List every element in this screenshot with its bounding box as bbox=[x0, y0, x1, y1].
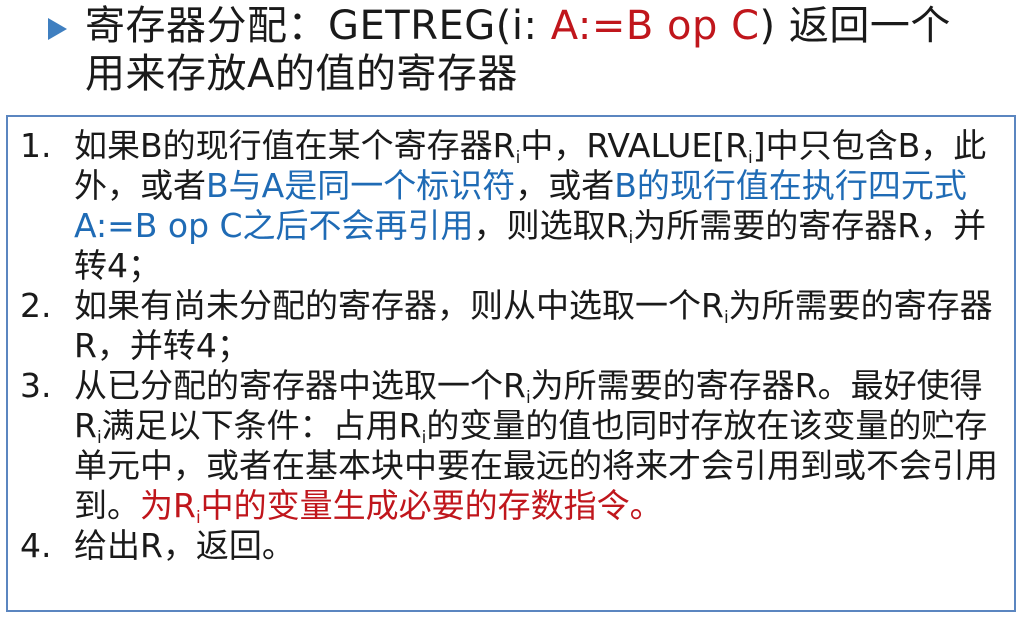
text-run: 如果B的现行值在某个寄存器R bbox=[74, 126, 516, 165]
heading-line2: 用来存放A的值的寄存器 bbox=[85, 51, 518, 97]
step-item-2: 2. 如果有尚未分配的寄存器，则从中选取一个Ri为所需要的寄存器R，并转4； bbox=[20, 286, 1010, 366]
heading-row: 寄存器分配：GETREG(i: A:=B op C) 返回一个 用来存放A的值的… bbox=[48, 2, 1008, 98]
text-run: 为R bbox=[140, 486, 196, 525]
text-run: 从已分配的寄存器中选取一个R bbox=[74, 366, 526, 405]
heading-prefix: 寄存器分配：GETREG(i: bbox=[85, 3, 551, 49]
step-item-1: 1. 如果B的现行值在某个寄存器Ri中，RVALUE[Ri]中只包含B，此外，或… bbox=[20, 126, 1010, 286]
step-list: 1. 如果B的现行值在某个寄存器Ri中，RVALUE[Ri]中只包含B，此外，或… bbox=[20, 126, 1010, 566]
text-run: 中的变量生成必要的存数指令。 bbox=[200, 486, 663, 525]
red-highlight: 为Ri中的变量生成必要的存数指令。 bbox=[140, 486, 663, 527]
step-number: 2. bbox=[20, 286, 52, 325]
step-item-3: 3. 从已分配的寄存器中选取一个Ri为所需要的寄存器R。最好使得Ri满足以下条件… bbox=[20, 366, 1010, 527]
text-run: 如果有尚未分配的寄存器，则从中选取一个R bbox=[74, 286, 724, 325]
step-number: 3. bbox=[20, 366, 52, 405]
step-text: 给出R，返回。 bbox=[74, 526, 295, 565]
algorithm-box: 1. 如果B的现行值在某个寄存器Ri中，RVALUE[Ri]中只包含B，此外，或… bbox=[6, 115, 1016, 612]
slide-heading: 寄存器分配：GETREG(i: A:=B op C) 返回一个 用来存放A的值的… bbox=[48, 2, 1008, 98]
heading-text: 寄存器分配：GETREG(i: A:=B op C) 返回一个 用来存放A的值的… bbox=[85, 2, 951, 98]
heading-middle: ) 返回一个 bbox=[759, 3, 951, 49]
text-run: ，则选取R bbox=[473, 206, 629, 245]
heading-quad-highlight: A:=B op C bbox=[550, 3, 760, 49]
step-text: 如果B的现行值在某个寄存器Ri中，RVALUE[Ri]中只包含B，此外，或者B与… bbox=[74, 126, 1010, 286]
step-text: 如果有尚未分配的寄存器，则从中选取一个Ri为所需要的寄存器R，并转4； bbox=[74, 286, 1010, 366]
step-item-4: 4. 给出R，返回。 bbox=[20, 526, 1010, 566]
triangle-bullet-icon bbox=[48, 18, 67, 40]
blue-highlight: B与A是同一个标识符 bbox=[206, 166, 516, 205]
step-text: 从已分配的寄存器中选取一个Ri为所需要的寄存器R。最好使得Ri满足以下条件：占用… bbox=[74, 366, 1010, 527]
text-run: 满足以下条件：占用R bbox=[101, 406, 422, 445]
text-run: 中，RVALUE[R bbox=[520, 126, 749, 165]
step-number: 4. bbox=[20, 526, 52, 565]
text-run: ，或者 bbox=[515, 166, 615, 205]
step-number: 1. bbox=[20, 126, 52, 165]
